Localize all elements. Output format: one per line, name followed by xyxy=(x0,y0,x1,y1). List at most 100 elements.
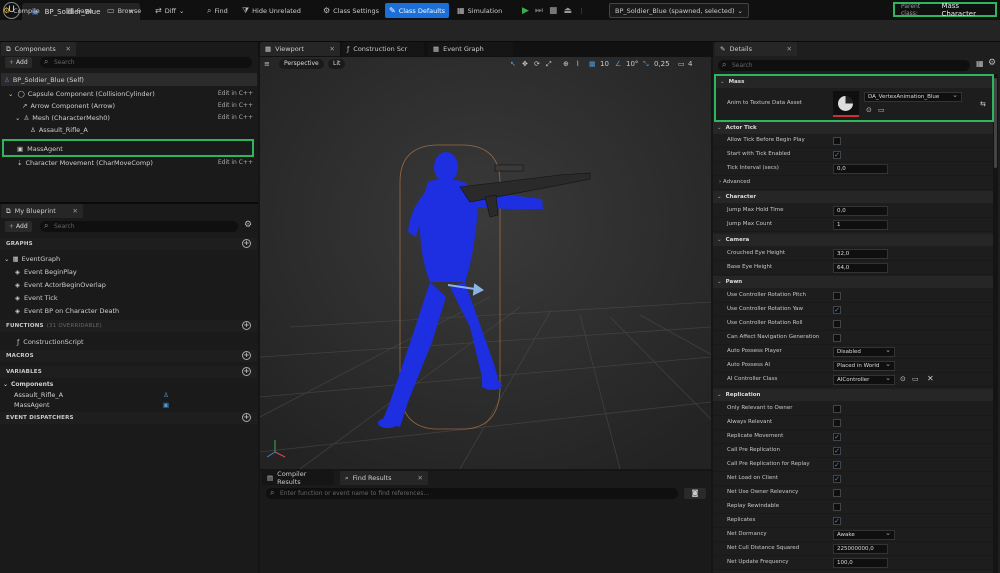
blueprint-search-input[interactable]: Search xyxy=(40,220,238,232)
details-scrollbar[interactable] xyxy=(993,74,998,573)
property-dropdown[interactable]: AIController xyxy=(833,374,895,385)
component-arrow[interactable]: ↗ Arrow Component (Arrow) Edit in C++ xyxy=(22,100,253,111)
tab-find-results[interactable]: ⌕ Find Results ✕ xyxy=(340,471,428,485)
more-icon[interactable]: ⋮ xyxy=(43,7,50,15)
eject-icon[interactable]: ⏏ xyxy=(564,6,573,16)
component-movement[interactable]: ⇣ Character Movement (CharMoveComp) Edit i… xyxy=(17,157,253,168)
tab-viewport[interactable]: ▦ Viewport ✕ xyxy=(260,42,340,56)
component-rifle[interactable]: ♙ Assault_Rifle_A xyxy=(30,124,253,135)
add-blueprint-button[interactable]: + Add xyxy=(5,221,32,232)
component-capsule[interactable]: ⌄ ◯ Capsule Component (CollisionCylinder) E… xyxy=(8,88,253,99)
details-tab[interactable]: ✎ Details ✕ xyxy=(715,42,797,56)
event-graph-item[interactable]: ⌄ ▦ EventGraph xyxy=(4,253,60,264)
debug-object-select[interactable]: BP_Soldier_Blue (spawned, selected) ⌄ xyxy=(609,3,749,18)
viewport[interactable]: ≡ Perspective Lit ↖ ✥ ⟳ ⤢ ⊕ ⌇ ▦ 10 ∠ 10°… xyxy=(260,57,711,469)
browse-to-asset-icon[interactable]: ⊙ xyxy=(900,375,906,383)
advanced-row[interactable]: › Advanced xyxy=(713,176,993,190)
add-circle-icon[interactable]: + xyxy=(242,239,251,248)
add-circle-icon[interactable]: + xyxy=(242,321,251,330)
graphs-section[interactable]: GRAPHS + xyxy=(0,238,257,250)
add-component-button[interactable]: + Add xyxy=(5,57,32,68)
scale-snap-icon[interactable]: ⤡ xyxy=(643,59,649,69)
browse-to-asset-icon[interactable]: ⊙ xyxy=(866,106,872,114)
stop-icon[interactable]: ■ xyxy=(549,6,558,16)
perspective-button[interactable]: Perspective xyxy=(279,59,324,69)
property-checkbox[interactable] xyxy=(833,334,841,342)
variables-section[interactable]: VARIABLES + xyxy=(0,366,257,378)
pawn-section[interactable]: ⌄ Pawn xyxy=(713,276,993,288)
step-icon[interactable]: ⏭ xyxy=(535,6,543,16)
property-value-input[interactable]: 32,0 xyxy=(833,249,888,259)
close-icon[interactable]: ✕ xyxy=(66,45,71,53)
variable-item[interactable]: MassAgent ▣ xyxy=(14,399,174,410)
save-button[interactable]: ▤ Save xyxy=(66,3,93,18)
my-blueprint-tab[interactable]: ⧉ My Blueprint ✕ xyxy=(1,204,83,218)
mass-section[interactable]: ⌄ Mass xyxy=(716,76,992,88)
functions-section[interactable]: FUNCTIONS (31 OVERRIDABLE) + xyxy=(0,320,257,332)
angle-size[interactable]: 10° xyxy=(626,59,638,69)
event-item[interactable]: ◈ Event BeginPlay xyxy=(15,266,77,277)
close-icon[interactable]: ✕ xyxy=(73,207,78,215)
rotate-icon[interactable]: ⟳ xyxy=(534,59,540,69)
reset-arrow-icon[interactable]: ⇆ xyxy=(980,100,986,108)
property-checkbox[interactable] xyxy=(833,320,841,328)
property-checkbox[interactable]: ✓ xyxy=(833,306,841,314)
move-icon[interactable]: ✥ xyxy=(522,59,528,69)
grid-snap-icon[interactable]: ▦ xyxy=(589,59,596,69)
property-checkbox[interactable]: ✓ xyxy=(833,475,841,483)
class-defaults-button[interactable]: ✎ Class Defaults xyxy=(385,3,450,18)
camera-speed[interactable]: 4 xyxy=(688,59,692,69)
property-checkbox[interactable] xyxy=(833,489,841,497)
property-checkbox[interactable]: ✓ xyxy=(833,447,841,455)
event-item[interactable]: ◈ Event Tick xyxy=(15,292,58,303)
tab-compiler-results[interactable]: ▤ Compiler Results xyxy=(262,470,334,486)
folder-icon[interactable]: ▭ xyxy=(912,375,919,383)
character-section[interactable]: ⌄ Character xyxy=(713,191,993,203)
property-value-input[interactable]: 64,0 xyxy=(833,263,888,273)
clear-icon[interactable]: ✕ xyxy=(927,374,934,383)
property-value-input[interactable]: 0,0 xyxy=(833,206,888,216)
menu-icon[interactable]: ≡ xyxy=(264,59,270,69)
table-icon[interactable]: ▦ xyxy=(976,59,984,68)
property-checkbox[interactable]: ✓ xyxy=(833,461,841,469)
property-checkbox[interactable] xyxy=(833,405,841,413)
construction-script-item[interactable]: ƒ ConstructionScript xyxy=(17,336,84,347)
more-icon[interactable]: ⋮ xyxy=(578,7,585,15)
browse-button[interactable]: ▭ Browse xyxy=(107,3,141,18)
edit-in-cpp-link[interactable]: Edit in C++ xyxy=(218,159,253,166)
add-circle-icon[interactable]: + xyxy=(242,351,251,360)
compile-button[interactable]: ⚙ Compile ⋮ xyxy=(3,3,49,18)
details-search-input[interactable]: Search xyxy=(718,59,970,71)
tab-construction-script[interactable]: ƒ Construction Scr xyxy=(342,42,424,56)
macros-section[interactable]: MACROS + xyxy=(0,350,257,362)
camera-section[interactable]: ⌄ Camera xyxy=(713,234,993,246)
components-search-input[interactable]: Search xyxy=(40,56,252,68)
folder-icon[interactable]: ▭ xyxy=(878,106,885,114)
property-checkbox[interactable] xyxy=(833,503,841,511)
asset-thumbnail[interactable] xyxy=(833,91,859,117)
component-self[interactable]: ♙ BP_Soldier_Blue (Self) xyxy=(4,74,254,85)
gear-icon[interactable]: ⚙ xyxy=(988,58,996,68)
property-checkbox[interactable]: ✓ xyxy=(833,517,841,525)
property-value-input[interactable]: 1 xyxy=(833,220,888,230)
binoculars-icon[interactable]: ◙ xyxy=(684,488,706,499)
close-icon[interactable]: ✕ xyxy=(330,45,335,53)
event-item[interactable]: ◈ Event ActorBeginOverlap xyxy=(15,279,106,290)
grid-size[interactable]: 10 xyxy=(600,59,609,69)
scale-size[interactable]: 0,25 xyxy=(654,59,670,69)
component-mesh[interactable]: ⌄ ♙ Mesh (CharacterMesh0) Edit in C++ xyxy=(15,112,253,123)
property-checkbox[interactable] xyxy=(833,137,841,145)
find-button[interactable]: ⌕ Find xyxy=(207,3,228,18)
add-circle-icon[interactable]: + xyxy=(242,367,251,376)
surface-snap-icon[interactable]: ⌇ xyxy=(576,59,579,69)
property-checkbox[interactable]: ✓ xyxy=(833,151,841,159)
play-icon[interactable]: ▶ xyxy=(522,6,529,16)
parent-class-value[interactable]: Mass Character xyxy=(941,2,995,18)
tab-event-graph[interactable]: ▦ Event Graph xyxy=(428,42,513,56)
component-mass-agent[interactable]: ▣ MassAgent xyxy=(17,143,217,154)
close-icon[interactable]: ✕ xyxy=(787,45,792,53)
lit-button[interactable]: Lit xyxy=(328,59,346,69)
actor-tick-section[interactable]: ⌄ Actor Tick xyxy=(713,122,993,134)
find-results-search-input[interactable]: Enter function or event name to find ref… xyxy=(266,487,678,499)
angle-snap-icon[interactable]: ∠ xyxy=(615,59,621,69)
